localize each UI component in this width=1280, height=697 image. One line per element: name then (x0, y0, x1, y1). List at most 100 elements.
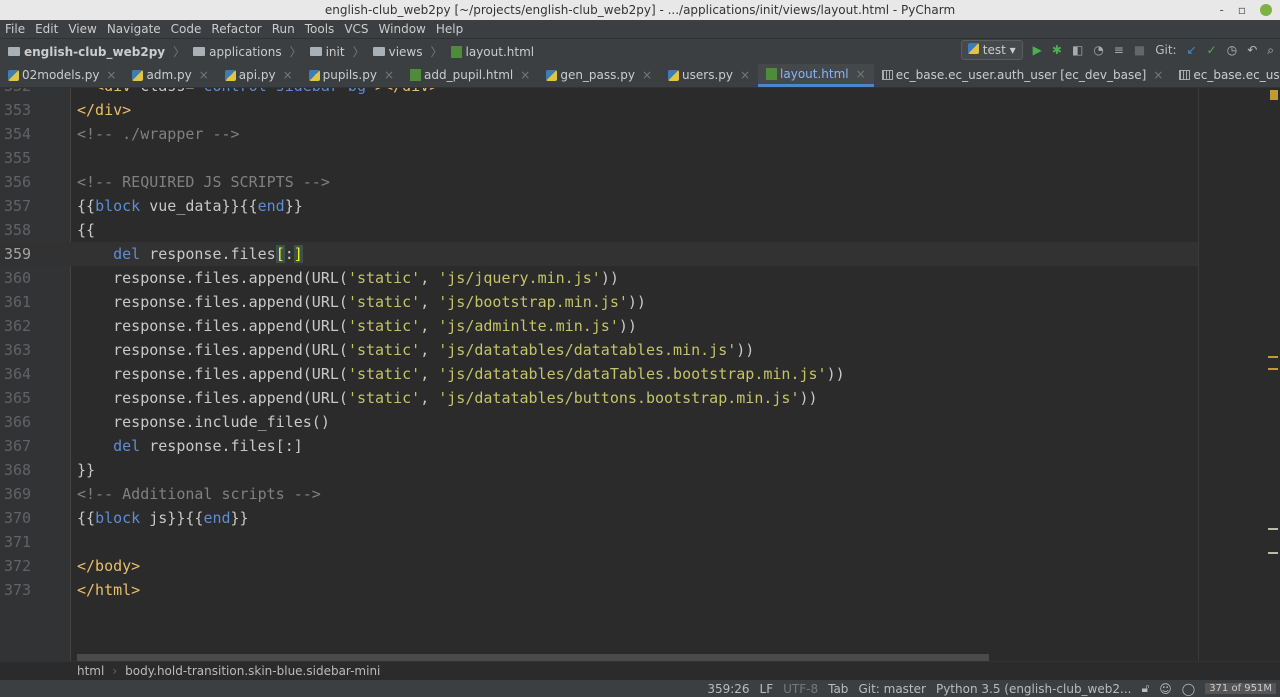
tab-02models-py[interactable]: 02models.py × (0, 64, 124, 87)
breadcrumb-item[interactable]: init (326, 45, 345, 59)
tab-ec-base-ec-user-group-pupils-ec-dev-bas[interactable]: ec_base.ec_user.group_pupils [ec_dev_bas (1171, 64, 1280, 87)
tab-label: layout.html (780, 66, 849, 81)
memory-indicator[interactable]: 371 of 951M (1205, 683, 1276, 694)
close-tab-icon[interactable]: × (106, 64, 116, 86)
breadcrumb-separator: 〉 (430, 45, 443, 59)
tab-layout-html[interactable]: layout.html × (758, 64, 874, 87)
git-branch[interactable]: Git: master (858, 682, 926, 696)
maximize-button[interactable]: ▫ (1238, 0, 1246, 20)
code-editor[interactable]: 352 <div class="control-sidebar-bg"></di… (0, 88, 1280, 661)
tab-add-pupil-html[interactable]: add_pupil.html × (402, 64, 538, 87)
breadcrumb-item[interactable]: english-club_web2py (24, 45, 165, 59)
menu-navigate[interactable]: Navigate (107, 20, 161, 38)
run-config-select[interactable]: test ▾ (960, 40, 1023, 60)
stop-icon[interactable]: ■ (1134, 43, 1145, 57)
path-body[interactable]: body.hold-transition.skin-blue.sidebar-m… (125, 662, 380, 679)
code-token: , (420, 365, 439, 383)
revert-icon[interactable]: ↶ (1247, 43, 1257, 57)
tab-gen-pass-py[interactable]: gen_pass.py × (538, 64, 660, 87)
code-line: 357 {{block vue_data}}{{end}} (0, 194, 1198, 218)
line-text: </html> (71, 578, 140, 602)
tab-users-py[interactable]: users.py × (660, 64, 758, 87)
lock-icon[interactable]: 🔓︎ (1141, 681, 1149, 696)
tab-label: gen_pass.py (560, 68, 635, 82)
line-text: response.files.append(URL('static', 'js/… (71, 290, 646, 314)
menu-vcs[interactable]: VCS (344, 20, 368, 38)
menu-window[interactable]: Window (379, 20, 426, 38)
menu-edit[interactable]: Edit (35, 20, 58, 38)
line-separator[interactable]: LF (760, 682, 774, 696)
breadcrumb-item[interactable]: views (389, 45, 423, 59)
breadcrumb-item[interactable]: layout.html (466, 45, 535, 59)
tab-adm-py[interactable]: adm.py × (124, 64, 216, 87)
debug-icon[interactable]: ✱ (1052, 43, 1062, 57)
close-tab-icon[interactable]: × (384, 64, 394, 86)
folder-icon (372, 47, 385, 56)
code-line: 353 </div> (0, 98, 1198, 122)
window-titlebar: english-club_web2py [~/projects/english-… (0, 0, 1280, 20)
tab-label: ec_base.ec_user.auth_user [ec_dev_base] (895, 68, 1147, 82)
interpreter[interactable]: Python 3.5 (english-club_web2... (936, 682, 1132, 696)
code-token: <!-- ./wrapper --> (77, 125, 240, 143)
code-token: 'static' (347, 341, 421, 359)
line-text: </body> (71, 554, 140, 578)
git-commit-icon[interactable]: ✓ (1207, 43, 1217, 57)
tab-pupils-py[interactable]: pupils.py × (301, 64, 402, 87)
history-icon[interactable]: ◷ (1227, 43, 1237, 57)
close-button[interactable] (1260, 4, 1272, 16)
git-update-icon[interactable]: ↙ (1187, 43, 1197, 57)
menu-refactor[interactable]: Refactor (211, 20, 261, 38)
close-tab-icon[interactable]: × (642, 64, 652, 86)
search-icon[interactable]: ⌕ (1267, 43, 1274, 58)
close-tab-icon[interactable]: × (283, 64, 293, 86)
code-token: , (420, 269, 439, 287)
path-html[interactable]: html (77, 662, 104, 679)
line-text: response.files.append(URL('static', 'js/… (71, 314, 637, 338)
menu-view[interactable]: View (68, 20, 96, 38)
code-line: 368}} (0, 458, 1198, 482)
file-encoding[interactable]: UTF-8 (783, 682, 818, 696)
error-stripe[interactable] (1198, 88, 1280, 661)
close-tab-icon[interactable]: × (856, 64, 866, 85)
indent[interactable]: Tab (828, 682, 848, 696)
inspector-icon[interactable]: ☺ (1159, 682, 1172, 696)
breadcrumb-separator: 〉 (173, 45, 186, 59)
code-token: block (95, 197, 141, 215)
code-area[interactable]: 352 <div class="control-sidebar-bg"></di… (0, 88, 1198, 602)
code-token: 'static' (347, 389, 421, 407)
close-tab-icon[interactable]: × (1153, 64, 1163, 86)
horizontal-scrollbar[interactable] (77, 654, 989, 661)
caret-position[interactable]: 359:26 (707, 682, 749, 696)
code-token: <!-- REQUIRED JS SCRIPTS --> (77, 173, 330, 191)
close-tab-icon[interactable]: × (199, 64, 209, 86)
code-token: }} (77, 461, 96, 479)
run-icon[interactable]: ▶ (1033, 43, 1042, 57)
menu-code[interactable]: Code (171, 20, 202, 38)
minimize-button[interactable]: - (1220, 0, 1224, 20)
tab-ec-base-ec-user-auth-user-ec-dev-base-[interactable]: ec_base.ec_user.auth_user [ec_dev_base] × (874, 64, 1172, 87)
menu-tools[interactable]: Tools (305, 20, 335, 38)
menu-run[interactable]: Run (272, 20, 295, 38)
tag-path-bar: html › body.hold-transition.skin-blue.sid… (0, 661, 1280, 679)
concurrency-icon[interactable]: ≡ (1114, 43, 1124, 57)
coverage-icon[interactable]: ◧ (1072, 43, 1083, 57)
event-log-icon[interactable]: ◯ (1182, 682, 1195, 696)
menu-file[interactable]: File (5, 20, 25, 38)
tab-api-py[interactable]: api.py × (217, 64, 301, 87)
code-token: , (420, 389, 439, 407)
line-number: 371 (4, 533, 32, 551)
line-text: <!-- Additional scripts --> (71, 482, 321, 506)
profile-icon[interactable]: ◔ (1093, 43, 1103, 57)
code-line: 371 (0, 530, 1198, 554)
html-file-icon (766, 67, 778, 80)
python-file-icon (224, 69, 236, 81)
code-token: <div (77, 88, 140, 95)
close-tab-icon[interactable]: × (740, 64, 750, 86)
breadcrumb-item[interactable]: applications (209, 45, 281, 59)
tab-label: add_pupil.html (424, 68, 514, 82)
menu-help[interactable]: Help (436, 20, 463, 38)
close-tab-icon[interactable]: × (520, 64, 530, 86)
code-token: 'js/datatables/dataTables.bootstrap.min.… (438, 365, 827, 383)
